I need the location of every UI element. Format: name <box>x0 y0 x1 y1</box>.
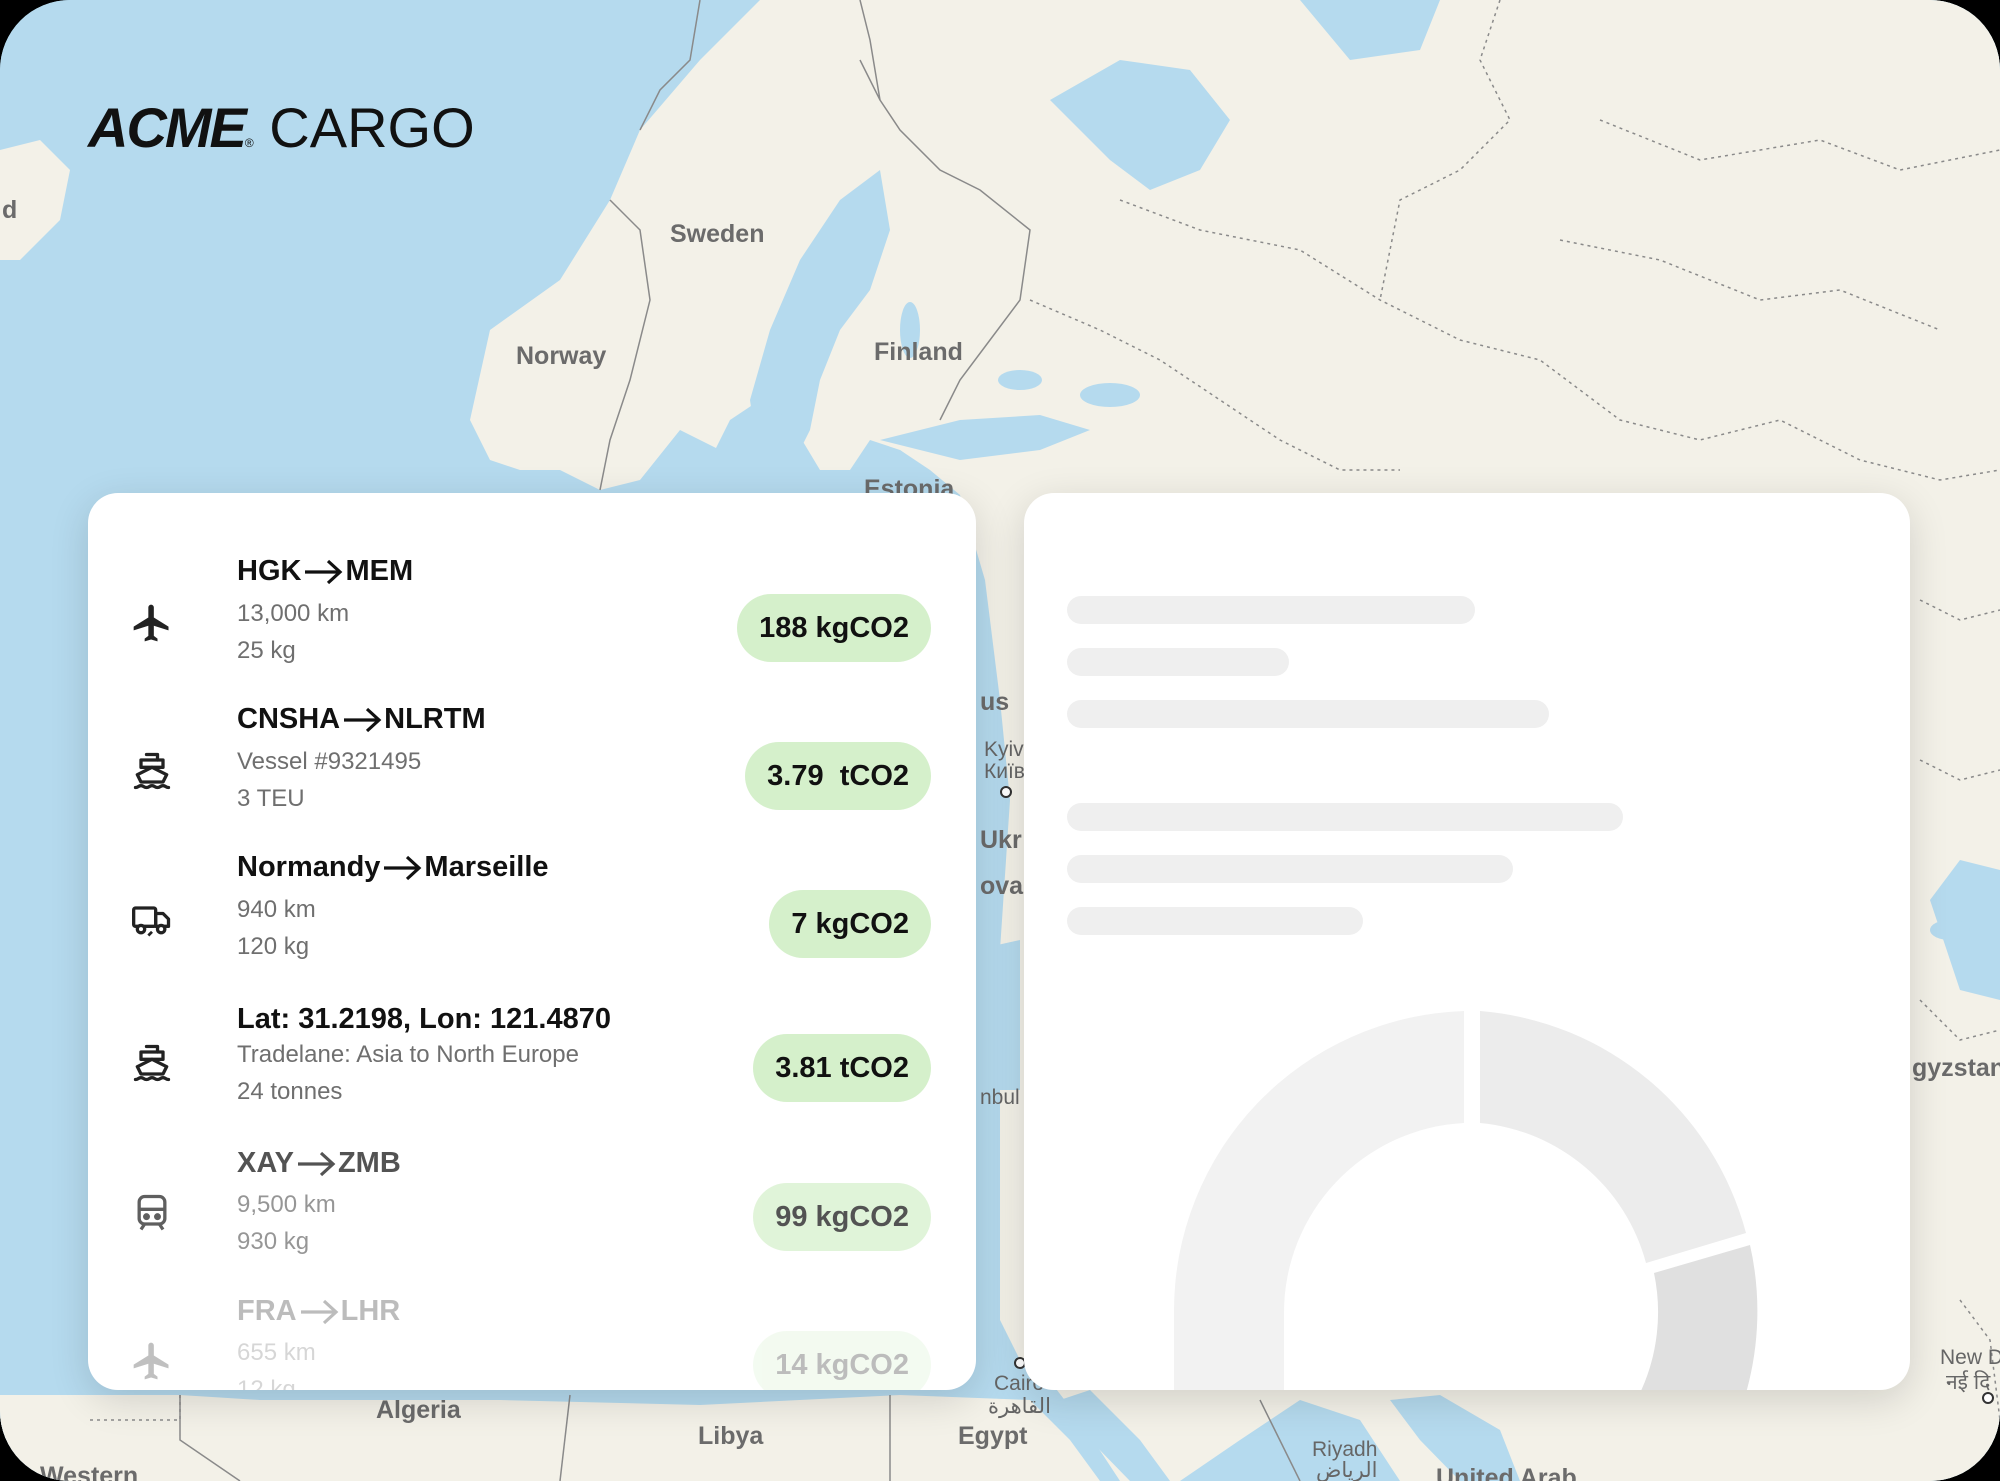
shipment-row[interactable]: Lat: 31.2198, Lon: 121.4870 Tradelane: A… <box>88 999 976 1147</box>
brand-registered-mark: ® <box>244 136 254 150</box>
shipment-tradelane: Tradelane: Asia to North Europe <box>237 1041 579 1068</box>
route-origin: XAY <box>237 1147 294 1179</box>
route-destination: MEM <box>345 555 414 587</box>
arrow-right-icon <box>384 856 422 881</box>
brand-acme: ACME <box>88 96 247 159</box>
emissions-badge: 188 kgCO2 <box>737 594 931 662</box>
map-label-united-arab: United Arab <box>1436 1464 1577 1481</box>
map-label-western: Western <box>40 1462 139 1481</box>
arrow-right-icon <box>297 1152 336 1177</box>
arrow-right-icon <box>305 560 343 585</box>
route-origin: CNSHA <box>237 703 341 735</box>
arrow-right-icon <box>300 1300 338 1325</box>
donut-segment <box>1480 1011 1746 1263</box>
map-label-algeria: Algeria <box>376 1396 461 1424</box>
train-icon <box>130 1191 174 1235</box>
shipment-route: HGK MEM <box>237 555 413 588</box>
map-label-ukraine: Ukr <box>980 826 1022 854</box>
donut-segment <box>1641 1245 1758 1390</box>
route-destination: Marseille <box>424 851 549 883</box>
shipment-weight: 25 kg <box>237 637 296 664</box>
ship-icon <box>130 1041 174 1085</box>
shipment-row[interactable]: XAY ZMB 9,500 km 930 kg 99 kgCO2 <box>88 1147 976 1295</box>
ship-icon <box>130 749 174 793</box>
map-label-kyiv-local: Київ <box>984 760 1025 783</box>
donut-segment <box>1173 1011 1464 1390</box>
shipment-distance: 940 km <box>237 896 316 923</box>
map-label-riyadh-local: الرياض <box>1316 1459 1378 1481</box>
map-label-new-delhi: New D <box>1940 1346 2000 1369</box>
truck-icon <box>130 897 174 941</box>
route-destination: ZMB <box>337 1147 401 1179</box>
shipment-distance: 9,500 km <box>237 1191 336 1218</box>
shipment-weight: 120 kg <box>237 933 310 960</box>
map-label-new-delhi-local: नई दि <box>1946 1371 1991 1394</box>
map-label-finland: Finland <box>874 338 963 366</box>
map-label-norway: Norway <box>516 342 607 370</box>
shipment-route: Normandy Marseille <box>237 851 549 884</box>
shipment-route: CNSHA NLRTM <box>237 703 486 736</box>
map-label-cairo-local: القاهرة <box>988 1395 1051 1418</box>
map-label-egypt: Egypt <box>958 1422 1028 1450</box>
shipment-distance: 13,000 km <box>237 600 350 627</box>
emissions-badge: 3.81 tCO2 <box>753 1034 931 1102</box>
shipments-panel: HGK MEM 13,000 km 25 kg 188 kgCO2 CNSHA NL… <box>88 493 976 1390</box>
route-destination: NLRTM <box>384 703 486 735</box>
route-destination: LHR <box>340 1295 401 1327</box>
shipment-volume: 3 TEU <box>237 785 305 812</box>
emissions-badge: 3.79 tCO2 <box>745 742 931 810</box>
brand-cargo: CARGO <box>269 96 475 159</box>
app-frame: Sweden Norway Finland Estonia d us Kyiv … <box>0 0 2000 1481</box>
arrow-right-icon <box>344 708 382 733</box>
map-label-kyiv: Kyiv <box>984 738 1024 761</box>
shipment-distance: 655 km <box>237 1339 316 1366</box>
map-label-istanbul: nbul <box>980 1086 1020 1109</box>
map-label-kyrgyzstan: gyzstan <box>1912 1054 2000 1082</box>
route-origin: FRA <box>237 1295 297 1327</box>
shipment-weight: 24 tonnes <box>237 1078 343 1105</box>
map-label-libya: Libya <box>698 1422 764 1450</box>
shipment-row[interactable]: HGK MEM 13,000 km 25 kg 188 kgCO2 <box>88 555 976 703</box>
brand-logo: ACME® CARGO <box>88 95 475 160</box>
plane-icon <box>130 1339 174 1383</box>
map-label-moldova: ova <box>980 872 1024 900</box>
route-origin: HGK <box>237 555 302 587</box>
shipment-weight: 930 kg <box>237 1228 310 1255</box>
shipment-row[interactable]: Normandy Marseille 940 km 120 kg 7 kgCO2 <box>88 851 976 999</box>
shipment-route: XAY ZMB <box>237 1147 401 1180</box>
map-label-belarus: us <box>980 688 1010 716</box>
shipment-route: FRA LHR <box>237 1295 400 1328</box>
emissions-badge: 7 kgCO2 <box>769 890 931 958</box>
map-label-sweden: Sweden <box>670 220 765 248</box>
shipment-vessel: Vessel #9321495 <box>237 748 422 775</box>
shipment-weight: 12 kg <box>237 1376 296 1390</box>
shipment-row[interactable]: FRA LHR 655 km 12 kg 14 kgCO2 <box>88 1295 976 1390</box>
donut-chart-placeholder <box>1173 1011 1758 1390</box>
details-panel-loading <box>1024 493 1910 1390</box>
emissions-badge: 99 kgCO2 <box>753 1183 931 1251</box>
shipment-row[interactable]: CNSHA NLRTM Vessel #9321495 3 TEU 3.79 tC… <box>88 703 976 851</box>
shipment-coordinates: Lat: 31.2198, Lon: 121.4870 <box>237 1003 611 1035</box>
map-label-iceland: d <box>2 196 18 224</box>
route-origin: Normandy <box>237 851 381 883</box>
plane-icon <box>130 601 174 645</box>
emissions-badge: 14 kgCO2 <box>753 1331 931 1390</box>
